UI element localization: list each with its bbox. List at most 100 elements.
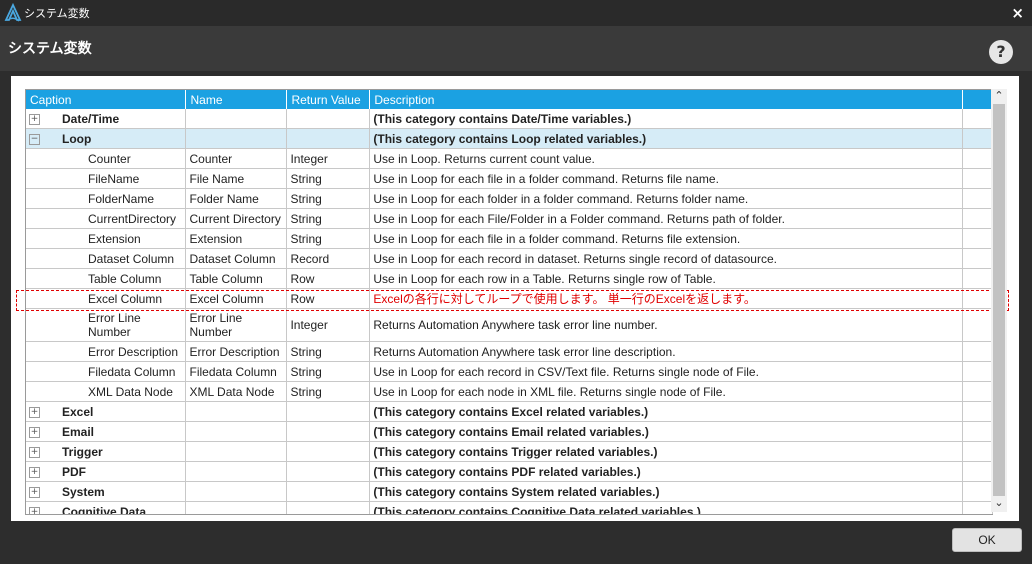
expand-icon[interactable]: +: [29, 466, 40, 478]
scroll-thumb[interactable]: [993, 104, 1005, 496]
return-value-cell: Integer: [286, 308, 371, 342]
description-cell: Use in Loop for each file in a folder co…: [369, 228, 964, 249]
description-cell: Returns Automation Anywhere task error l…: [369, 341, 964, 362]
variable-row[interactable]: FileName File Name String Use in Loop for e…: [26, 168, 993, 189]
title-bar: システム変数 ×: [0, 0, 1032, 27]
variable-caption: Extension: [88, 231, 141, 246]
caption-cell: Error Line Number: [26, 308, 187, 342]
category-label: Excel: [62, 404, 94, 419]
category-row[interactable]: + PDF (This category contains PDF related …: [26, 461, 993, 482]
return-value-cell: String: [286, 208, 371, 229]
variable-row[interactable]: Dataset Column Dataset Column Record Use in…: [26, 248, 993, 269]
collapse-icon[interactable]: −: [29, 133, 40, 145]
return-value-cell: [286, 401, 371, 422]
variable-name-cell: Dataset Column: [185, 248, 288, 269]
return-value-cell: [286, 421, 371, 442]
variable-row[interactable]: XML Data Node XML Data Node String Use in L…: [26, 381, 993, 402]
description-cell: Use in Loop for each folder in a folder …: [369, 188, 964, 209]
spacer-cell: [962, 188, 993, 209]
vertical-scrollbar[interactable]: ⌃ ⌄: [991, 89, 1007, 512]
variable-row[interactable]: Extension Extension String Use in Loop for …: [26, 228, 993, 249]
expand-icon[interactable]: +: [29, 426, 40, 438]
spacer-cell: [962, 128, 993, 149]
description-cell: (This category contains Excel related va…: [369, 401, 964, 422]
window-title: システム変数: [24, 7, 90, 20]
spacer-cell: [962, 401, 993, 422]
return-value-cell: [286, 441, 371, 462]
caption-cell: Counter: [26, 148, 187, 169]
variable-name-cell: Filedata Column: [185, 361, 288, 382]
variable-name-cell: [185, 441, 288, 462]
category-row[interactable]: − Loop (This category contains Loop relate…: [26, 128, 993, 149]
category-label: Loop: [62, 131, 92, 146]
variable-caption: Table Column: [88, 271, 162, 286]
variables-grid: Caption Name Return Value Description + D…: [25, 89, 993, 515]
expand-icon[interactable]: +: [29, 113, 40, 125]
scroll-down-icon[interactable]: ⌄: [991, 496, 1007, 510]
caption-cell: XML Data Node: [26, 381, 187, 402]
help-icon[interactable]: ?: [989, 40, 1013, 64]
description-cell: (This category contains Cognitive Data r…: [369, 501, 964, 514]
variable-row[interactable]: Table Column Table Column Row Use in Loop f…: [26, 268, 993, 289]
variable-name-cell: [185, 481, 288, 502]
expand-icon[interactable]: +: [29, 506, 40, 514]
variable-row[interactable]: CurrentDirectory Current Directory String U…: [26, 208, 993, 229]
return-value-cell: [286, 501, 371, 514]
variable-name-cell: [185, 109, 288, 129]
spacer-cell: [962, 308, 993, 342]
caption-cell: + Cognitive Data: [26, 501, 187, 515]
category-row[interactable]: + Cognitive Data (This category contains C…: [26, 501, 993, 515]
spacer-cell: [962, 268, 993, 289]
variable-name-cell: Counter: [185, 148, 288, 169]
caption-cell: + PDF: [26, 461, 187, 482]
category-label: Cognitive Data: [62, 504, 147, 515]
spacer-cell: [962, 168, 993, 189]
expand-icon[interactable]: +: [29, 446, 40, 458]
spacer-cell: [962, 288, 993, 309]
variable-caption: Excel Column: [88, 291, 163, 306]
variable-row[interactable]: Filedata Column Filedata Column String Use …: [26, 361, 993, 382]
description-cell: (This category contains Date/Time variab…: [369, 109, 964, 129]
column-header-description[interactable]: Description: [369, 90, 964, 109]
dialog-header: システム変数 ?: [0, 27, 1032, 71]
category-row[interactable]: + Excel (This category contains Excel rela…: [26, 401, 993, 422]
caption-cell: Excel Column: [26, 288, 187, 309]
variable-row[interactable]: Error Description Error Description String…: [26, 341, 993, 362]
description-cell: Use in Loop for each node in XML file. R…: [369, 381, 964, 402]
spacer-cell: [962, 109, 993, 129]
caption-cell: Dataset Column: [26, 248, 187, 269]
return-value-cell: String: [286, 381, 371, 402]
variable-row[interactable]: FolderName Folder Name String Use in Loop f…: [26, 188, 993, 209]
column-header-return-value[interactable]: Return Value: [286, 90, 371, 109]
column-header-caption[interactable]: Caption: [26, 90, 187, 109]
column-header-name[interactable]: Name: [185, 90, 288, 109]
scroll-up-icon[interactable]: ⌃: [991, 89, 1007, 103]
spacer-cell: [962, 148, 993, 169]
variable-name-cell: [185, 421, 288, 442]
return-value-cell: Row: [286, 268, 371, 289]
variable-row[interactable]: Counter Counter Integer Use in Loop. Return…: [26, 148, 993, 169]
variable-row[interactable]: Error Line Number Error Line Number Intege…: [26, 308, 993, 342]
variable-name-cell: XML Data Node: [185, 381, 288, 402]
caption-cell: Extension: [26, 228, 187, 249]
description-cell: Use in Loop for each row in a Table. Ret…: [369, 268, 964, 289]
category-row[interactable]: + Date/Time (This category contains Date/T…: [26, 109, 993, 129]
category-row[interactable]: + Email (This category contains Email rela…: [26, 421, 993, 442]
return-value-cell: Row: [286, 288, 371, 309]
spacer-cell: [962, 228, 993, 249]
description-cell: Use in Loop for each file in a folder co…: [369, 168, 964, 189]
expand-icon[interactable]: +: [29, 406, 40, 418]
category-row[interactable]: + Trigger (This category contains Trigger …: [26, 441, 993, 462]
description-cell: Use in Loop for each record in CSV/Text …: [369, 361, 964, 382]
caption-cell: + System: [26, 481, 187, 502]
table-header-row: Caption Name Return Value Description: [26, 90, 993, 109]
spacer-cell: [962, 481, 993, 502]
close-icon[interactable]: ×: [1011, 4, 1024, 22]
expand-icon[interactable]: +: [29, 486, 40, 498]
variable-name-cell: Error Description: [185, 341, 288, 362]
spacer-cell: [962, 441, 993, 462]
variable-row[interactable]: Excel Column Excel Column Row Excelの各行に対してル…: [26, 288, 993, 309]
ok-button[interactable]: OK: [952, 528, 1022, 552]
automation-anywhere-logo-icon: [4, 3, 22, 22]
category-row[interactable]: + System (This category contains System re…: [26, 481, 993, 502]
